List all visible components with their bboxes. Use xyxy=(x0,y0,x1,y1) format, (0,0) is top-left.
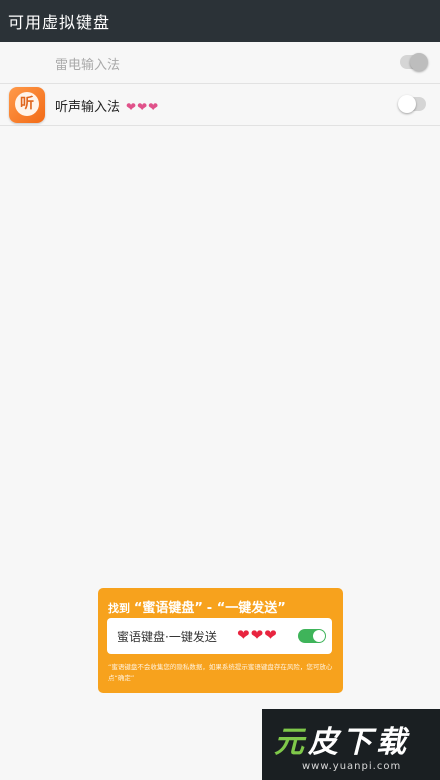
toggle-knob xyxy=(313,630,325,642)
input-method-row-leidian[interactable]: 雷电输入法 xyxy=(0,42,440,84)
watermark-brand-c: 下载 xyxy=(342,725,410,760)
example-toggle xyxy=(298,629,326,643)
input-method-name: 听声输入法 xyxy=(55,100,121,115)
example-setting-label: 蜜语键盘·一键发送 xyxy=(117,630,217,644)
heading-separator: - xyxy=(206,601,217,616)
heading-app: “蜜语键盘” xyxy=(133,601,203,616)
example-setting-card: 蜜语键盘·一键发送 ❤❤❤ xyxy=(107,618,332,654)
input-method-toggle-tingsheng[interactable] xyxy=(398,95,426,113)
instruction-banner: 找到 “蜜语键盘” - “一键发送” 蜜语键盘·一键发送 ❤❤❤ “蜜语键盘不会… xyxy=(98,588,343,693)
watermark-logo: 元皮下载 www.yuanpi.com xyxy=(262,709,440,780)
toggle-knob xyxy=(398,95,416,113)
listen-app-icon: 听 xyxy=(9,87,45,123)
watermark-brand-a: 元 xyxy=(274,725,308,760)
watermark-url: www.yuanpi.com xyxy=(302,761,402,772)
title-bar: 可用虚拟键盘 xyxy=(0,0,440,42)
watermark-brand: 元皮下载 xyxy=(274,717,410,761)
privacy-note: “蜜语键盘不会收集您的隐私数据，如果系统提示蜜语键盘存在风险，您可放心点“确定” xyxy=(108,663,333,682)
input-method-list: 雷电输入法 听 听声输入法 ❤❤❤ xyxy=(0,42,440,126)
heading-prefix: 找到 xyxy=(108,602,130,615)
instruction-heading: 找到 “蜜语键盘” - “一键发送” xyxy=(108,597,286,616)
input-method-row-tingsheng[interactable]: 听 听声输入法 ❤❤❤ xyxy=(0,84,440,126)
hearts-icon: ❤❤❤ xyxy=(126,100,160,114)
input-method-toggle-leidian[interactable] xyxy=(400,53,428,71)
heading-action: “一键发送” xyxy=(216,601,286,616)
listen-glyph: 听 xyxy=(15,92,39,116)
input-method-label: 听声输入法 ❤❤❤ xyxy=(55,96,159,115)
watermark-brand-b: 皮 xyxy=(308,725,342,760)
input-method-label: 雷电输入法 xyxy=(55,58,121,73)
toggle-knob xyxy=(410,53,428,71)
page-title: 可用虚拟键盘 xyxy=(8,13,111,32)
hearts-icon: ❤❤❤ xyxy=(237,626,278,644)
